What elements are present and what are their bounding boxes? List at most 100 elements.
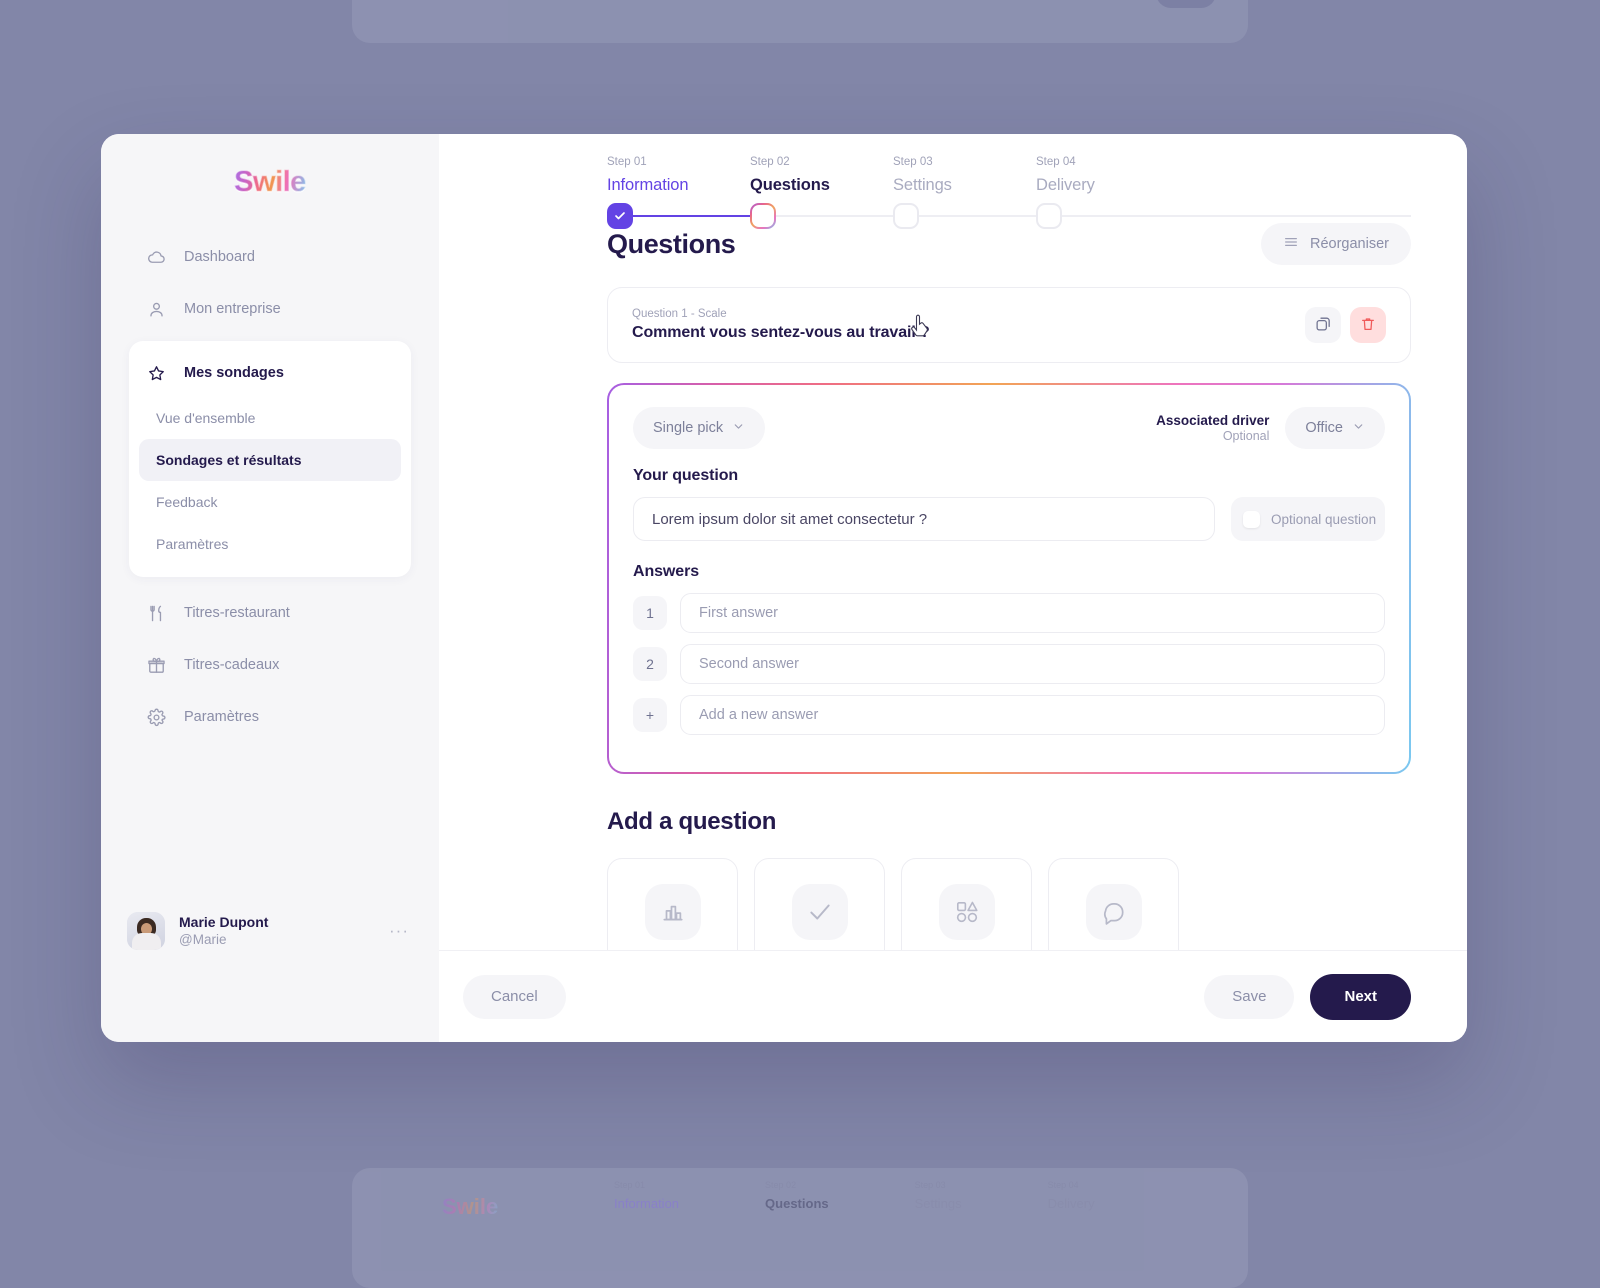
ghost-save-label: Save — [1100, 0, 1130, 3]
ghost-cancel-label: Cancel — [592, 0, 632, 3]
sidebar-item-label: Paramètres — [184, 709, 259, 725]
delete-question-button[interactable] — [1350, 307, 1386, 343]
optional-question-label: Optional question — [1271, 511, 1377, 527]
ghost-next-label: Next — [1156, 0, 1216, 8]
chevron-down-icon — [1352, 420, 1365, 437]
question-type-single-pick[interactable]: Single pick — [754, 858, 885, 950]
sidebar-item-parametres[interactable]: Paramètres — [101, 691, 439, 743]
question-type-dropdown[interactable]: Single pick — [633, 407, 766, 449]
answers-label: Answers — [633, 563, 699, 580]
associated-driver-optional: Optional — [1222, 429, 1270, 443]
swile-logo: Swile — [234, 166, 307, 199]
user-profile[interactable]: Marie Dupont @Marie ··· — [127, 912, 415, 950]
step-delivery[interactable]: Step 04 Delivery — [1036, 156, 1179, 195]
sidebar-item-titres-cadeaux[interactable]: Titres-cadeaux — [101, 639, 439, 691]
duplicate-question-button[interactable] — [1305, 307, 1341, 343]
bar-chart-icon — [644, 884, 701, 940]
avatar — [127, 912, 165, 950]
answer-index: 2 — [633, 647, 667, 681]
background-window-top: Cancel Save Next — [352, 0, 1248, 43]
answer-input-1[interactable] — [680, 593, 1385, 633]
footer-bar: Cancel Save Next — [439, 950, 1467, 1042]
page-title: Questions — [607, 228, 736, 259]
step-information[interactable]: Step 01 Information — [607, 156, 750, 195]
step-label: Information — [607, 176, 689, 194]
question-type-free-form[interactable]: Free form — [1048, 858, 1179, 950]
app-window: Swile Dashboard Mon entreprise Mes sonda… — [101, 134, 1467, 1042]
sidebar-item-label: Dashboard — [184, 249, 255, 265]
speech-bubble-icon — [1085, 884, 1142, 940]
step-dot-questions[interactable] — [750, 203, 776, 229]
cancel-button[interactable]: Cancel — [463, 974, 566, 1019]
check-icon — [791, 884, 848, 940]
question-type-value: Single pick — [653, 420, 724, 436]
star-icon — [147, 364, 166, 383]
step-label: Questions — [750, 176, 830, 194]
cloud-icon — [147, 248, 166, 267]
step-number: Step 01 — [607, 156, 647, 168]
question-type-multi-pick[interactable]: Multi pick — [901, 858, 1032, 950]
editor-toolbar: Single pick Associated driver Optional O… — [633, 407, 1385, 449]
trash-icon — [1360, 316, 1376, 335]
question-type-grid: Scale Single pick Multi pick — [607, 858, 1411, 950]
step-dot-settings[interactable] — [893, 203, 919, 229]
user-name: Marie Dupont — [179, 914, 269, 931]
answer-index: 1 — [633, 596, 667, 630]
next-button[interactable]: Next — [1310, 973, 1411, 1020]
your-question-label: Your question — [633, 467, 739, 484]
questions-header: Questions Réorganiser — [607, 223, 1411, 265]
ghost-step-questions: Step 02 Questions — [765, 1180, 829, 1211]
question-actions — [1305, 307, 1386, 343]
answer-input-2[interactable] — [680, 644, 1385, 684]
associated-driver-value: Office — [1305, 420, 1343, 436]
question-type-scale[interactable]: Scale — [607, 858, 738, 950]
step-number: Step 04 — [1036, 156, 1076, 168]
step-dot-delivery[interactable] — [1036, 203, 1062, 229]
cutlery-icon — [147, 604, 166, 623]
main-panel: Step 01 Information Step 02 Questions St… — [439, 134, 1467, 1042]
reorganize-button[interactable]: Réorganiser — [1261, 223, 1411, 265]
answer-row: 2 — [633, 644, 1385, 684]
stepper-track — [439, 203, 1467, 229]
step-dot-information[interactable] — [607, 203, 633, 229]
question-text-input[interactable] — [633, 497, 1215, 541]
add-question-title: Add a question — [607, 808, 777, 835]
step-number: Step 02 — [750, 156, 790, 168]
ghost-step-label: Questions — [765, 1196, 829, 1211]
ghost-step-label: Settings — [914, 1196, 962, 1211]
add-answer-button[interactable]: + — [633, 698, 667, 732]
sidebar-item-mon-entreprise[interactable]: Mon entreprise — [101, 283, 439, 335]
sidebar-item-mes-sondages[interactable]: Mes sondages — [129, 349, 411, 397]
sidebar-subitem-sondages-et-resultats[interactable]: Sondages et résultats — [139, 439, 401, 481]
user-icon — [147, 300, 166, 319]
ghost-swile-logo: Swile — [442, 1194, 499, 1219]
sidebar-subitem-vue-densemble[interactable]: Vue d'ensemble — [139, 397, 401, 439]
check-icon — [615, 212, 625, 220]
user-handle: @Marie — [179, 932, 227, 948]
sidebar-group-label: Mes sondages — [184, 365, 284, 381]
save-button[interactable]: Save — [1204, 974, 1295, 1019]
stepper: Step 01 Information Step 02 Questions St… — [439, 134, 1467, 229]
ghost-step-number: Step 04 — [1047, 1180, 1079, 1190]
question-editor-card: Single pick Associated driver Optional O… — [607, 383, 1411, 774]
sidebar-item-dashboard[interactable]: Dashboard — [101, 231, 439, 283]
sidebar-item-titres-restaurant[interactable]: Titres-restaurant — [101, 587, 439, 639]
step-questions[interactable]: Step 02 Questions — [750, 156, 893, 195]
step-settings[interactable]: Step 03 Settings — [893, 156, 1036, 195]
sidebar-subitem-feedback[interactable]: Feedback — [139, 481, 401, 523]
question-title: Comment vous sentez-vous au travail ? — [632, 324, 930, 341]
duplicate-icon — [1315, 315, 1332, 335]
sidebar-group-mes-sondages: Mes sondages Vue d'ensemble Sondages et … — [129, 341, 411, 577]
toggle-knob — [1243, 510, 1260, 528]
content-area: Questions Réorganiser Question 1 - Scale… — [439, 195, 1467, 950]
question-card-collapsed[interactable]: Question 1 - Scale Comment vous sentez-v… — [607, 287, 1411, 363]
associated-driver-dropdown[interactable]: Office — [1285, 407, 1385, 449]
user-menu-button[interactable]: ··· — [389, 921, 415, 941]
answer-input-new[interactable] — [680, 695, 1385, 735]
sidebar: Swile Dashboard Mon entreprise Mes sonda… — [101, 134, 439, 1042]
ghost-step-number: Step 01 — [614, 1180, 646, 1190]
associated-driver-group: Associated driver Optional Office — [1156, 407, 1385, 449]
reorganize-label: Réorganiser — [1310, 236, 1389, 252]
sidebar-subitem-parametres[interactable]: Paramètres — [139, 523, 401, 565]
optional-question-toggle[interactable]: Optional question — [1231, 497, 1385, 541]
